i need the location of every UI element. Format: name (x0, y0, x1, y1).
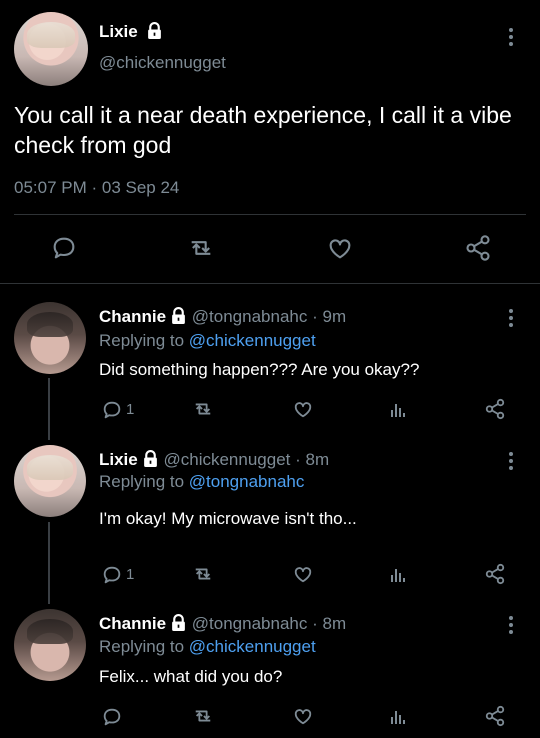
retweet-icon[interactable] (192, 399, 214, 419)
replying-to: Replying to @tongnabnahc (99, 472, 304, 492)
like-icon[interactable] (292, 564, 314, 584)
retweet-icon[interactable] (187, 235, 215, 261)
like-icon[interactable] (292, 706, 314, 726)
share-icon[interactable] (484, 705, 506, 727)
like-icon[interactable] (326, 235, 354, 261)
reply-icon[interactable] (50, 234, 78, 262)
lock-icon (170, 307, 187, 329)
lock-icon (146, 22, 163, 44)
reply-header: Lixie @chickennugget · 8m (99, 450, 329, 472)
more-icon[interactable] (509, 309, 513, 330)
tweet-timestamp: 05:07 PM · 03 Sep 24 (14, 178, 180, 197)
author-name[interactable]: Channie (99, 614, 166, 633)
reply-text: Did something happen??? Are you okay?? (99, 360, 420, 379)
reply-header: Channie @tongnabnahc · 9m (99, 307, 346, 329)
views-icon[interactable] (389, 399, 407, 419)
avatar[interactable] (14, 609, 86, 681)
divider (0, 283, 540, 284)
more-icon[interactable] (509, 28, 513, 49)
views-icon[interactable] (389, 706, 407, 726)
reply-header: Channie @tongnabnahc · 8m (99, 614, 346, 636)
author-handle[interactable]: @chickennugget (99, 53, 226, 73)
author-handle[interactable]: @tongnabnahc (192, 307, 308, 326)
reply-age: · 9m (312, 307, 347, 326)
share-icon[interactable] (464, 234, 492, 262)
author-name[interactable]: Channie (99, 307, 166, 326)
divider (14, 214, 526, 215)
reply-count: 1 (126, 401, 135, 418)
more-icon[interactable] (509, 452, 513, 473)
replying-to-link[interactable]: @chickennugget (189, 637, 316, 656)
tweet-text: You call it a near death experience, I c… (14, 102, 512, 158)
replying-prefix: Replying to (99, 472, 185, 491)
share-icon[interactable] (484, 398, 506, 420)
reply-age: · 8m (312, 614, 347, 633)
retweet-icon[interactable] (192, 706, 214, 726)
thread-line (48, 522, 50, 604)
replying-to-link[interactable]: @tongnabnahc (189, 472, 305, 491)
replying-prefix: Replying to (99, 331, 185, 350)
reply-icon[interactable] (101, 706, 123, 728)
thread-line (48, 378, 50, 440)
like-icon[interactable] (292, 399, 314, 419)
lock-icon (142, 450, 159, 472)
avatar[interactable] (14, 12, 88, 86)
retweet-icon[interactable] (192, 564, 214, 584)
author-name[interactable]: Lixie (99, 22, 138, 41)
avatar[interactable] (14, 302, 86, 374)
more-icon[interactable] (509, 616, 513, 637)
replying-to: Replying to @chickennugget (99, 637, 316, 657)
replying-to: Replying to @chickennugget (99, 331, 316, 351)
share-icon[interactable] (484, 563, 506, 585)
reply-icon[interactable] (101, 564, 123, 586)
replying-to-link[interactable]: @chickennugget (189, 331, 316, 350)
views-icon[interactable] (389, 564, 407, 584)
author-handle[interactable]: @chickennugget (163, 450, 290, 469)
reply-text: I'm okay! My microwave isn't tho... (99, 509, 357, 528)
lock-icon (170, 614, 187, 636)
author-handle[interactable]: @tongnabnahc (192, 614, 308, 633)
reply-text: Felix... what did you do? (99, 667, 283, 686)
author-row: Lixie (99, 22, 163, 44)
replying-prefix: Replying to (99, 637, 185, 656)
reply-count: 1 (126, 566, 135, 583)
author-name[interactable]: Lixie (99, 450, 138, 469)
reply-icon[interactable] (101, 399, 123, 421)
reply-age: · 8m (295, 450, 330, 469)
avatar[interactable] (14, 445, 86, 517)
